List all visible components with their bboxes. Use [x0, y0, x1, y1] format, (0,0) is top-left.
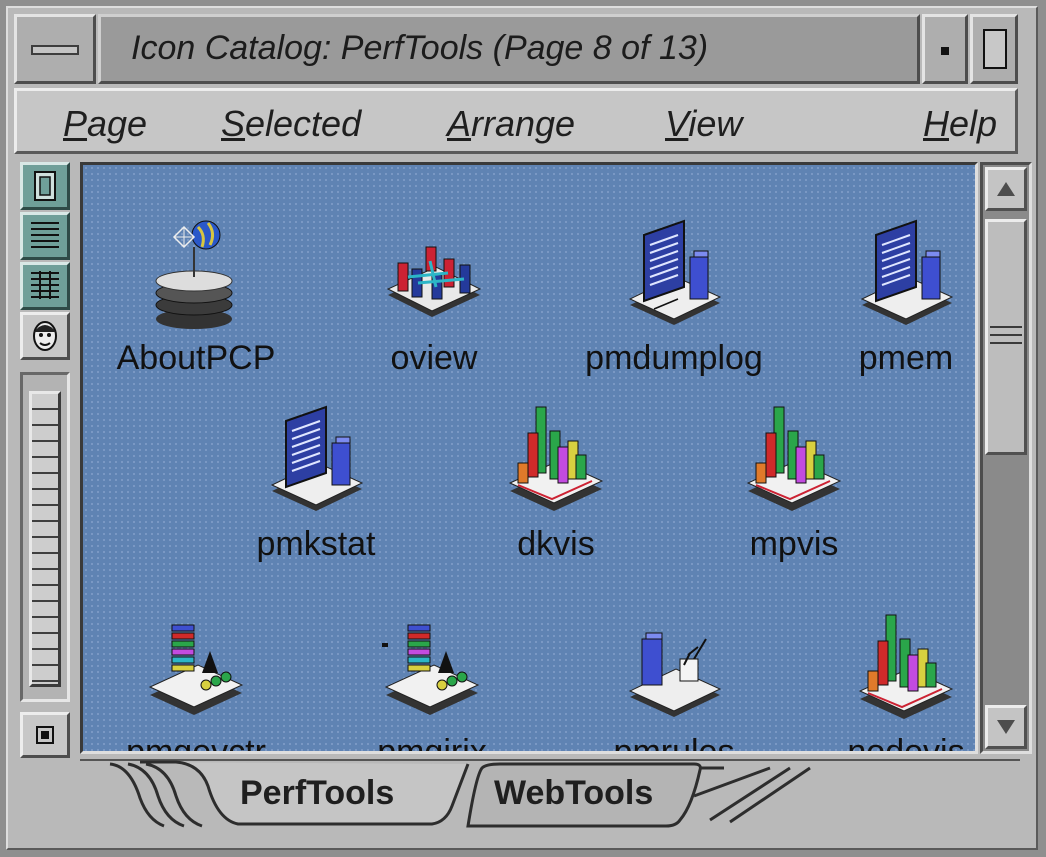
title-bar: Icon Catalog: PerfTools (Page 8 of 13): [14, 14, 1018, 84]
pmem-icon: [860, 219, 954, 325]
about-pcp-icon: [155, 220, 233, 329]
arrow-up-icon: [997, 182, 1015, 196]
pmdumplog-icon: [628, 219, 722, 325]
scroll-up-button[interactable]: [985, 167, 1027, 211]
pmrules-icon: [628, 632, 722, 717]
menu-arrange-mnemonic: A: [447, 103, 472, 144]
menu-view[interactable]: View: [665, 103, 742, 145]
minimize-icon: [941, 47, 949, 55]
icon-pmdumplog[interactable]: pmdumplog: [569, 217, 779, 397]
view-toolbar: [20, 160, 72, 760]
oview-icon: [386, 246, 482, 317]
menu-page[interactable]: Page: [63, 103, 147, 145]
tab-webtools[interactable]: WebTools: [494, 774, 653, 813]
menu-selected-mnemonic: S: [221, 103, 246, 144]
detail-view-button[interactable]: [20, 262, 70, 310]
list-view-icon: [31, 222, 59, 248]
detail-view-icon: [31, 271, 59, 299]
menu-arrange[interactable]: Arrange: [447, 103, 575, 145]
menu-view-rest: iew: [688, 103, 743, 144]
icon-aboutpcp[interactable]: AboutPCP: [91, 217, 301, 397]
icon-label: pmem: [858, 339, 954, 377]
icon-pmrules[interactable]: pmrules: [569, 611, 779, 754]
icon-area[interactable]: AboutPCP oview pmdumplog pmem pmkstat dk…: [80, 162, 978, 754]
nodevis-icon: [858, 614, 954, 719]
maximize-icon: [983, 29, 1007, 69]
square-icon: [36, 726, 54, 744]
scroll-thumb[interactable]: [985, 219, 1027, 455]
icon-label: pmkstat: [256, 525, 376, 563]
single-view-button[interactable]: [20, 162, 70, 210]
mpvis-icon: [746, 406, 842, 511]
zoom-slider-thumb[interactable]: [29, 391, 61, 687]
icon-label: pmdumplog: [585, 339, 763, 377]
single-icon-view-icon: [34, 171, 56, 201]
icon-pmem[interactable]: pmem: [801, 217, 975, 397]
maximize-button[interactable]: [970, 14, 1018, 84]
menu-page-rest: age: [87, 103, 148, 144]
menu-help[interactable]: Help: [923, 103, 997, 145]
menu-arrange-rest: rrange: [471, 103, 576, 144]
icon-label: mpvis: [749, 525, 839, 563]
scroll-down-button[interactable]: [985, 705, 1027, 749]
page-tabs: PerfTools WebTools: [80, 756, 1020, 838]
pmgevctr-icon: [148, 624, 244, 715]
menu-selected[interactable]: Selected: [221, 103, 361, 145]
menu-bar: Page Selected Arrange View Help: [14, 88, 1018, 154]
icon-label: pmgevctr: [126, 733, 266, 754]
window-menu-button[interactable]: [14, 14, 96, 84]
icon-pmkstat[interactable]: pmkstat: [211, 403, 421, 583]
icon-label: nodevis: [847, 733, 965, 754]
icon-label: pmgirix: [377, 733, 487, 754]
vertical-scrollbar[interactable]: [980, 162, 1032, 754]
list-view-button[interactable]: [20, 212, 70, 260]
tab-perftools[interactable]: PerfTools: [240, 774, 394, 813]
minimize-button[interactable]: [922, 14, 968, 84]
window-title: Icon Catalog: PerfTools (Page 8 of 13): [131, 29, 709, 67]
menu-help-rest: elp: [949, 103, 998, 144]
menu-help-mnemonic: H: [923, 103, 949, 144]
menu-page-mnemonic: P: [63, 103, 88, 144]
dkvis-icon: [508, 406, 604, 511]
icon-label: dkvis: [517, 525, 595, 563]
face-icon: [33, 321, 57, 351]
menu-selected-rest: elected: [245, 103, 362, 144]
face-view-button[interactable]: [20, 312, 70, 360]
icon-label: AboutPCP: [116, 339, 276, 377]
icon-nodevis[interactable]: nodevis: [801, 611, 975, 754]
icon-pmgirix[interactable]: pmgirix: [327, 611, 537, 754]
icon-oview[interactable]: oview: [329, 217, 539, 397]
page-toggle-button[interactable]: [20, 712, 70, 758]
zoom-slider-track[interactable]: [20, 372, 70, 702]
window-menu-icon: [31, 45, 79, 55]
icon-mpvis[interactable]: mpvis: [689, 403, 899, 583]
arrow-down-icon: [997, 720, 1015, 734]
menu-view-mnemonic: V: [665, 103, 689, 144]
icon-dkvis[interactable]: dkvis: [451, 403, 661, 583]
icon-label: oview: [390, 339, 478, 377]
icon-label: pmrules: [613, 733, 735, 754]
pmkstat-icon: [270, 405, 364, 511]
title-area[interactable]: Icon Catalog: PerfTools (Page 8 of 13): [98, 14, 920, 84]
icon-pmgevctr[interactable]: pmgevctr: [91, 611, 301, 754]
pmgirix-icon: [382, 624, 480, 715]
